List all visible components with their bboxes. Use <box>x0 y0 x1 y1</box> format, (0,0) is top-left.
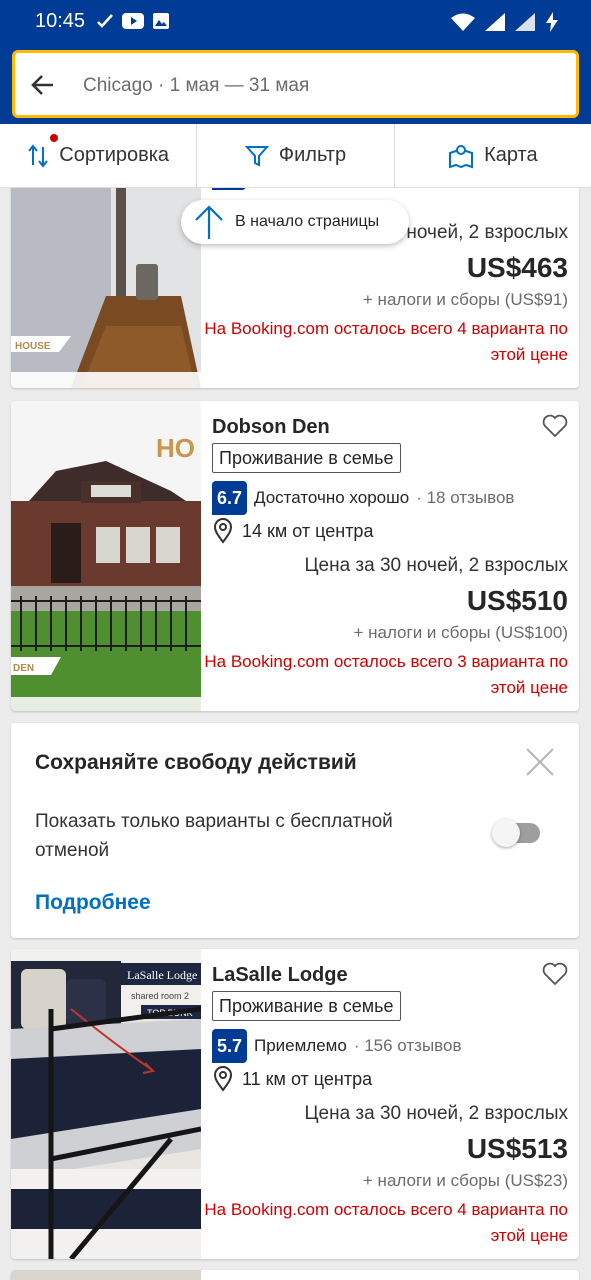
price: US$510 <box>466 585 568 616</box>
map-button[interactable]: Карта <box>393 124 591 187</box>
distance-row: 11 км от центра <box>212 1066 372 1092</box>
hallway-photo: HOUSE <box>11 188 201 388</box>
review-count: · 18 отзывов <box>416 488 515 507</box>
youtube-icon <box>122 13 144 29</box>
results-list[interactable]: HOUSE Цена за 30 ночей, 2 взрослых US$46… <box>0 188 591 1280</box>
photo-sign: LaSalle Lodge <box>127 968 197 982</box>
app-header: 10:45 Chicago · 1 мая — 31 мая <box>0 0 591 124</box>
filter-button[interactable]: Фильтр <box>196 124 393 187</box>
favorite-heart-icon[interactable] <box>542 414 568 438</box>
map-label: Карта <box>484 144 538 166</box>
location-pin-icon <box>213 1066 233 1092</box>
close-icon[interactable] <box>525 747 555 777</box>
price: US$463 <box>466 252 568 283</box>
property-card[interactable] <box>11 1270 579 1280</box>
filter-label: Фильтр <box>278 144 347 166</box>
house-photo: HO DEN <box>11 401 201 711</box>
signal-2-icon <box>515 13 535 31</box>
sort-indicator-dot <box>50 134 58 142</box>
search-query[interactable]: Chicago · 1 мая — 31 мая <box>83 75 309 97</box>
photo-caption: DEN <box>13 663 34 674</box>
availability-note: На Booking.com осталось всего 4 варианта… <box>204 1200 568 1245</box>
review-score: 5.7 <box>212 1029 247 1063</box>
score-badge-partial <box>212 188 246 190</box>
rating-row: 5.7 Приемлемо · 156 отзывов <box>212 1029 462 1063</box>
taxes: + налоги и сборы (US$91) <box>362 290 568 309</box>
property-type-badge: Проживание в семье <box>212 991 401 1021</box>
free-cancellation-toggle[interactable] <box>492 819 540 847</box>
arrow-up-icon <box>195 205 223 239</box>
price-period: Цена за 30 ночей, 2 взрослых <box>304 1103 568 1124</box>
price: US$513 <box>466 1133 568 1164</box>
price-period: Цена за 30 ночей, 2 взрослых <box>304 555 568 576</box>
promo-description: Показать только варианты с бесплатной от… <box>35 811 393 861</box>
toggle-knob[interactable] <box>492 819 520 847</box>
property-photo[interactable] <box>11 1270 201 1280</box>
scroll-to-top-label: В начало страницы <box>235 213 380 230</box>
signal-icon <box>485 13 505 31</box>
property-card[interactable]: HO DEN Dobson Den Проживание в семье 6.7… <box>11 401 579 711</box>
availability-note: На Booking.com осталось всего 4 варианта… <box>204 319 568 364</box>
filter-funnel-icon <box>244 145 269 167</box>
review-count: · 156 отзывов <box>353 1036 462 1055</box>
property-photo[interactable]: HO DEN <box>11 401 201 711</box>
search-bar[interactable]: Chicago · 1 мая — 31 мая <box>12 50 579 118</box>
sort-arrows-icon <box>28 143 49 168</box>
map-icon <box>449 144 474 168</box>
status-time: 10:45 <box>35 10 86 32</box>
availability-note: На Booking.com осталось всего 3 варианта… <box>204 652 568 697</box>
sort-label: Сортировка <box>59 144 170 166</box>
back-arrow-icon[interactable] <box>29 71 57 99</box>
toolbar: Сортировка Фильтр Карта <box>0 124 591 188</box>
score-label: Приемлемо <box>254 1036 347 1055</box>
taxes: + налоги и сборы (US$100) <box>353 623 568 642</box>
learn-more-link[interactable]: Подробнее <box>35 891 151 915</box>
property-info: LaSalle Lodge Проживание в семье 5.7 При… <box>204 949 568 1259</box>
distance-text: 11 км от центра <box>242 1068 373 1089</box>
rating-row: 6.7 Достаточно хорошо · 18 отзывов <box>212 481 514 515</box>
image-icon <box>153 13 169 29</box>
favorite-heart-icon[interactable] <box>542 962 568 986</box>
free-cancellation-promo: Сохраняйте свободу действий Показать тол… <box>11 723 579 938</box>
bunk-bed-photo: LaSalle Lodge shared room 2 TOP BUNK <box>11 949 201 1259</box>
score-label: Достаточно хорошо <box>254 488 410 507</box>
photo-sign: HO <box>156 433 195 463</box>
sort-button[interactable]: Сортировка <box>0 124 196 187</box>
review-score: 6.7 <box>212 481 247 515</box>
photo-sub: shared room 2 <box>131 991 189 1001</box>
wifi-icon <box>451 13 475 31</box>
status-bar: 10:45 <box>0 0 591 44</box>
taxes: + налоги и сборы (US$23) <box>362 1171 568 1190</box>
check-icon <box>97 14 113 28</box>
property-name[interactable]: Dobson Den <box>212 416 330 439</box>
property-card[interactable]: LaSalle Lodge shared room 2 TOP BUNK LaS… <box>11 949 579 1259</box>
location-pin-icon <box>213 518 233 544</box>
distance-text: 14 км от центра <box>242 520 374 541</box>
property-type-badge: Проживание в семье <box>212 443 401 473</box>
scroll-to-top-button[interactable]: В начало страницы <box>181 200 409 244</box>
property-photo[interactable]: LaSalle Lodge shared room 2 TOP BUNK <box>11 949 201 1259</box>
distance-row: 14 км от центра <box>212 518 373 544</box>
promo-title: Сохраняйте свободу действий <box>35 751 357 774</box>
photo-caption: HOUSE <box>15 341 51 352</box>
property-info: Dobson Den Проживание в семье 6.7 Достат… <box>204 401 568 711</box>
property-photo[interactable]: HOUSE <box>11 188 201 388</box>
battery-charging-icon <box>546 12 558 32</box>
property-name[interactable]: LaSalle Lodge <box>212 964 348 987</box>
